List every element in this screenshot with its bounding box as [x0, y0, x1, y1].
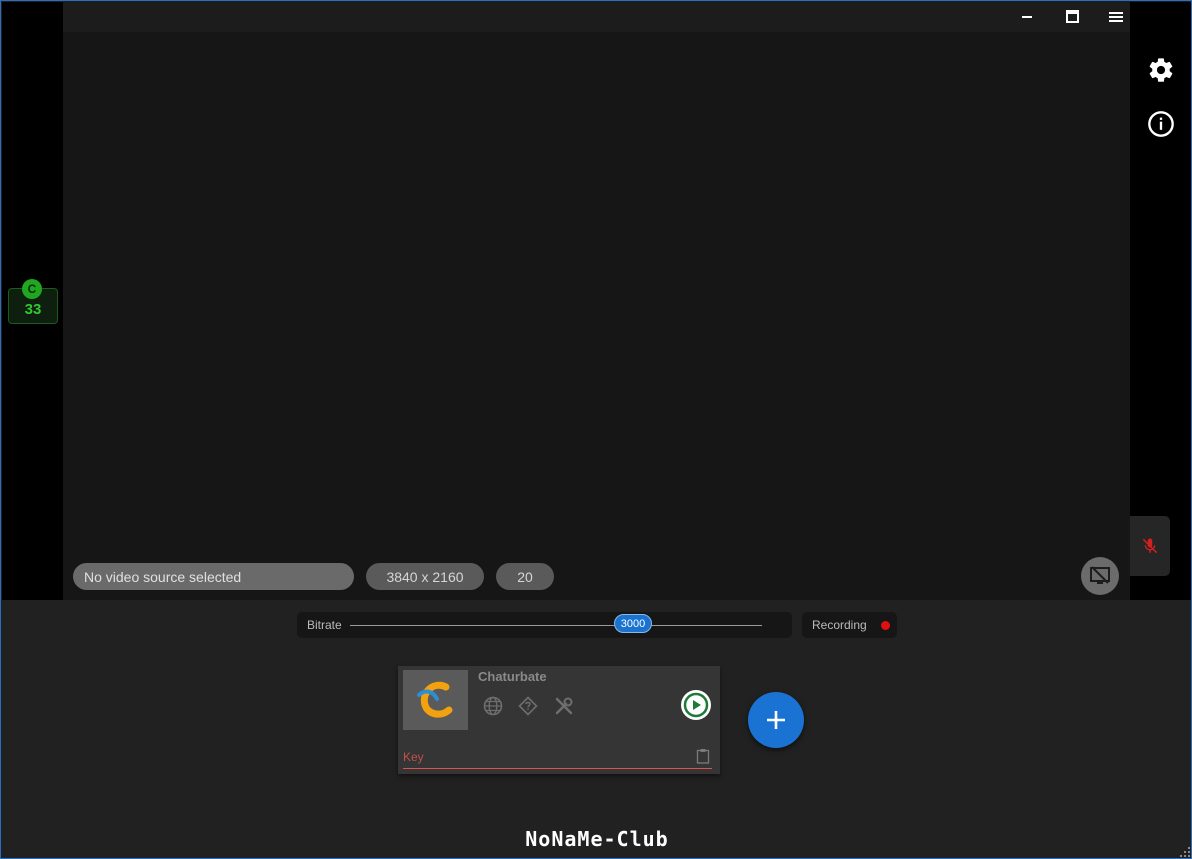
video-source-select[interactable]: No video source selected	[73, 563, 354, 590]
fps-select[interactable]: 20	[496, 563, 554, 590]
recording-label: Recording	[812, 618, 867, 632]
maximize-icon	[1065, 10, 1079, 23]
viewer-count: 33	[24, 301, 42, 318]
info-button[interactable]	[1145, 108, 1177, 140]
globe-icon	[483, 696, 503, 716]
microphone-toggle-button[interactable]	[1130, 516, 1170, 576]
tools-icon	[555, 697, 573, 715]
bitrate-slider-track[interactable]	[350, 625, 762, 626]
bitrate-label: Bitrate	[307, 618, 342, 632]
resize-grip-icon[interactable]	[1179, 846, 1191, 858]
video-preview	[63, 32, 1130, 600]
right-rail	[1130, 2, 1191, 600]
add-channel-button[interactable]	[748, 692, 804, 748]
stream-key-field[interactable]: Key	[403, 748, 712, 769]
plus-icon	[767, 711, 785, 729]
bitrate-control: Bitrate 3000	[297, 612, 792, 638]
settings-button[interactable]	[1145, 54, 1177, 86]
tools-button[interactable]	[552, 694, 576, 718]
start-stream-button[interactable]	[681, 690, 711, 720]
chaturbate-logo	[403, 670, 468, 730]
screen-off-icon	[1090, 566, 1110, 584]
diamond-question-icon	[518, 696, 538, 716]
help-button[interactable]	[516, 694, 540, 718]
minimize-button[interactable]	[1004, 1, 1050, 32]
app-window: C 33 No video source selected 3840 x 216…	[0, 0, 1192, 859]
maximize-button[interactable]	[1049, 1, 1095, 32]
chaturbate-logo-icon	[416, 681, 452, 718]
stream-key-placeholder: Key	[403, 750, 424, 764]
platform-badge-icon: C	[22, 279, 42, 299]
globe-button[interactable]	[481, 694, 505, 718]
recording-indicator-icon	[881, 621, 890, 630]
channel-title: Chaturbate	[478, 669, 547, 684]
screen-toggle-button[interactable]	[1081, 557, 1119, 595]
watermark: NoNaMe-Club	[525, 827, 669, 851]
resolution-select[interactable]: 3840 x 2160	[366, 563, 484, 590]
channel-card: Chaturbate Key	[398, 666, 720, 774]
minimize-icon	[1022, 15, 1032, 18]
hamburger-menu-icon	[1109, 11, 1123, 22]
microphone-muted-icon	[1142, 538, 1158, 554]
bitrate-slider-thumb[interactable]: 3000	[614, 614, 652, 633]
recording-toggle[interactable]: Recording	[802, 612, 897, 638]
title-bar[interactable]	[63, 1, 1191, 32]
clipboard-icon[interactable]	[696, 748, 710, 764]
info-icon	[1148, 111, 1174, 137]
play-icon	[683, 692, 709, 718]
gear-icon	[1149, 58, 1173, 82]
